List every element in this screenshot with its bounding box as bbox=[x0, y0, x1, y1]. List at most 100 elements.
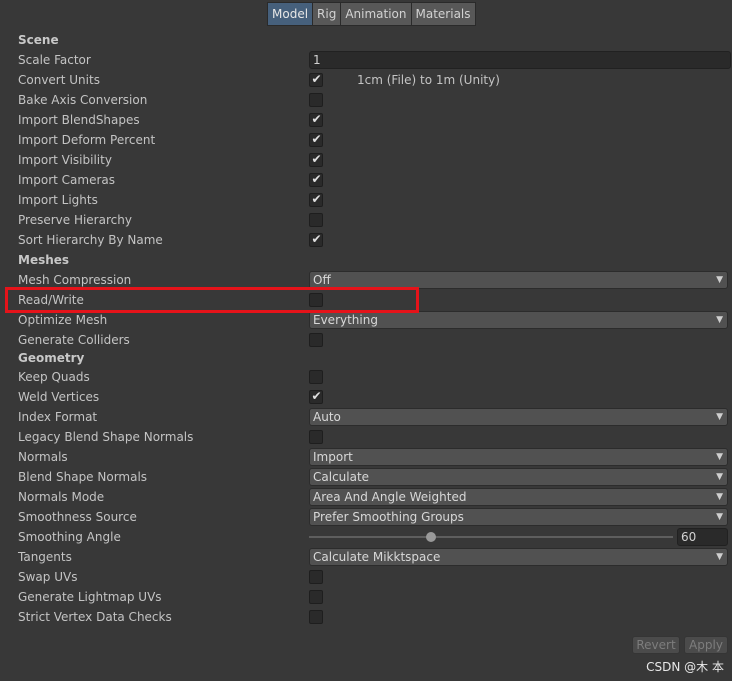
mesh-compression-label: Mesh Compression bbox=[18, 273, 132, 287]
read-write-checkbox[interactable] bbox=[309, 293, 323, 307]
scale-factor-input[interactable]: 1 bbox=[309, 51, 731, 69]
chevron-down-icon: ▼ bbox=[716, 412, 723, 422]
checkmark-icon: ✔ bbox=[311, 72, 322, 86]
index-format-dropdown[interactable]: Auto ▼ bbox=[309, 408, 728, 426]
import-visibility-label: Import Visibility bbox=[18, 153, 112, 167]
optimize-mesh-dropdown[interactable]: Everything ▼ bbox=[309, 311, 728, 329]
legacy-blend-shape-normals-checkbox[interactable] bbox=[309, 430, 323, 444]
import-blendshapes-label: Import BlendShapes bbox=[18, 113, 140, 127]
tab-materials[interactable]: Materials bbox=[410, 2, 476, 26]
convert-units-label: Convert Units bbox=[18, 73, 100, 87]
convert-units-checkbox[interactable]: ✔ bbox=[309, 72, 323, 87]
row-import-visibility: Import Visibility ✔ bbox=[0, 150, 732, 170]
normals-dropdown[interactable]: Import ▼ bbox=[309, 448, 728, 466]
row-smoothing-angle: Smoothing Angle 60 bbox=[0, 527, 732, 547]
checkmark-icon bbox=[310, 332, 323, 345]
chevron-down-icon: ▼ bbox=[716, 452, 723, 462]
smoothing-angle-label: Smoothing Angle bbox=[18, 530, 121, 544]
import-visibility-checkbox[interactable]: ✔ bbox=[309, 152, 323, 167]
row-convert-units: Convert Units ✔ 1cm (File) to 1m (Unity) bbox=[0, 70, 732, 90]
tab-model[interactable]: Model bbox=[267, 2, 314, 26]
import-lights-checkbox[interactable]: ✔ bbox=[309, 192, 323, 207]
import-cameras-checkbox[interactable]: ✔ bbox=[309, 172, 323, 187]
section-geometry: Geometry bbox=[0, 348, 732, 368]
row-mesh-compression: Mesh Compression Off ▼ bbox=[0, 270, 732, 290]
row-generate-lightmap-uvs: Generate Lightmap UVs bbox=[0, 587, 732, 607]
tab-rig[interactable]: Rig bbox=[312, 2, 342, 26]
row-optimize-mesh: Optimize Mesh Everything ▼ bbox=[0, 310, 732, 330]
smoothing-angle-input[interactable]: 60 bbox=[677, 528, 728, 546]
bake-axis-conversion-checkbox[interactable] bbox=[309, 93, 323, 107]
smoothness-source-dropdown[interactable]: Prefer Smoothing Groups ▼ bbox=[309, 508, 728, 526]
smoothness-source-label: Smoothness Source bbox=[18, 510, 137, 524]
checkmark-icon bbox=[310, 212, 323, 225]
checkmark-icon bbox=[310, 429, 323, 442]
blend-shape-normals-dropdown[interactable]: Calculate ▼ bbox=[309, 468, 728, 486]
preserve-hierarchy-label: Preserve Hierarchy bbox=[18, 213, 132, 227]
tab-bar: Model Rig Animation Materials bbox=[267, 2, 476, 26]
row-smoothness-source: Smoothness Source Prefer Smoothing Group… bbox=[0, 507, 732, 527]
normals-mode-label: Normals Mode bbox=[18, 490, 105, 504]
section-title-geometry: Geometry bbox=[18, 351, 85, 365]
sort-hierarchy-checkbox[interactable]: ✔ bbox=[309, 232, 323, 247]
row-preserve-hierarchy: Preserve Hierarchy bbox=[0, 210, 732, 230]
swap-uvs-checkbox[interactable] bbox=[309, 570, 323, 584]
import-cameras-label: Import Cameras bbox=[18, 173, 115, 187]
mesh-compression-dropdown[interactable]: Off ▼ bbox=[309, 271, 728, 289]
section-scene: Scene bbox=[0, 30, 732, 50]
normals-mode-value: Area And Angle Weighted bbox=[313, 490, 467, 504]
blend-shape-normals-value: Calculate bbox=[313, 470, 370, 484]
section-title-meshes: Meshes bbox=[18, 253, 70, 267]
preserve-hierarchy-checkbox[interactable] bbox=[309, 213, 323, 227]
row-scale-factor: Scale Factor 1 bbox=[0, 50, 732, 70]
keep-quads-checkbox[interactable] bbox=[309, 370, 323, 384]
row-normals-mode: Normals Mode Area And Angle Weighted ▼ bbox=[0, 487, 732, 507]
chevron-down-icon: ▼ bbox=[716, 552, 723, 562]
read-write-label: Read/Write bbox=[18, 293, 84, 307]
generate-colliders-checkbox[interactable] bbox=[309, 333, 323, 347]
keep-quads-label: Keep Quads bbox=[18, 370, 90, 384]
row-swap-uvs: Swap UVs bbox=[0, 567, 732, 587]
checkmark-icon: ✔ bbox=[311, 112, 322, 126]
tangents-value: Calculate Mikktspace bbox=[313, 550, 441, 564]
checkmark-icon: ✔ bbox=[311, 192, 322, 206]
normals-mode-dropdown[interactable]: Area And Angle Weighted ▼ bbox=[309, 488, 728, 506]
generate-lightmap-uvs-checkbox[interactable] bbox=[309, 590, 323, 604]
row-normals: Normals Import ▼ bbox=[0, 447, 732, 467]
smoothing-angle-slider-handle[interactable] bbox=[426, 532, 436, 542]
row-read-write: Read/Write bbox=[0, 290, 732, 310]
row-sort-hierarchy: Sort Hierarchy By Name ✔ bbox=[0, 230, 732, 250]
revert-button[interactable]: Revert bbox=[632, 636, 680, 654]
strict-vertex-data-checks-checkbox[interactable] bbox=[309, 610, 323, 624]
generate-colliders-label: Generate Colliders bbox=[18, 333, 130, 347]
row-tangents: Tangents Calculate Mikktspace ▼ bbox=[0, 547, 732, 567]
normals-value: Import bbox=[313, 450, 353, 464]
chevron-down-icon: ▼ bbox=[716, 492, 723, 502]
import-blendshapes-checkbox[interactable]: ✔ bbox=[309, 112, 323, 127]
row-import-lights: Import Lights ✔ bbox=[0, 190, 732, 210]
import-lights-label: Import Lights bbox=[18, 193, 98, 207]
row-import-blendshapes: Import BlendShapes ✔ bbox=[0, 110, 732, 130]
smoothing-angle-slider-track[interactable] bbox=[309, 536, 673, 538]
import-deform-percent-label: Import Deform Percent bbox=[18, 133, 156, 147]
optimize-mesh-value: Everything bbox=[313, 313, 378, 327]
checkmark-icon: ✔ bbox=[311, 152, 322, 166]
tangents-dropdown[interactable]: Calculate Mikktspace ▼ bbox=[309, 548, 728, 566]
bake-axis-conversion-label: Bake Axis Conversion bbox=[18, 93, 148, 107]
weld-vertices-checkbox[interactable]: ✔ bbox=[309, 389, 323, 404]
checkmark-icon: ✔ bbox=[311, 389, 322, 403]
sort-hierarchy-label: Sort Hierarchy By Name bbox=[18, 233, 163, 247]
checkmark-icon bbox=[310, 369, 323, 382]
section-meshes: Meshes bbox=[0, 250, 732, 270]
scale-factor-label: Scale Factor bbox=[18, 53, 91, 67]
checkmark-icon: ✔ bbox=[311, 132, 322, 146]
row-index-format: Index Format Auto ▼ bbox=[0, 407, 732, 427]
mesh-compression-value: Off bbox=[313, 273, 331, 287]
import-deform-percent-checkbox[interactable]: ✔ bbox=[309, 132, 323, 147]
row-import-cameras: Import Cameras ✔ bbox=[0, 170, 732, 190]
tab-animation[interactable]: Animation bbox=[340, 2, 412, 26]
apply-button[interactable]: Apply bbox=[684, 636, 728, 654]
chevron-down-icon: ▼ bbox=[716, 472, 723, 482]
legacy-blend-shape-normals-label: Legacy Blend Shape Normals bbox=[18, 430, 194, 444]
watermark: CSDN @木 本 bbox=[646, 660, 724, 674]
